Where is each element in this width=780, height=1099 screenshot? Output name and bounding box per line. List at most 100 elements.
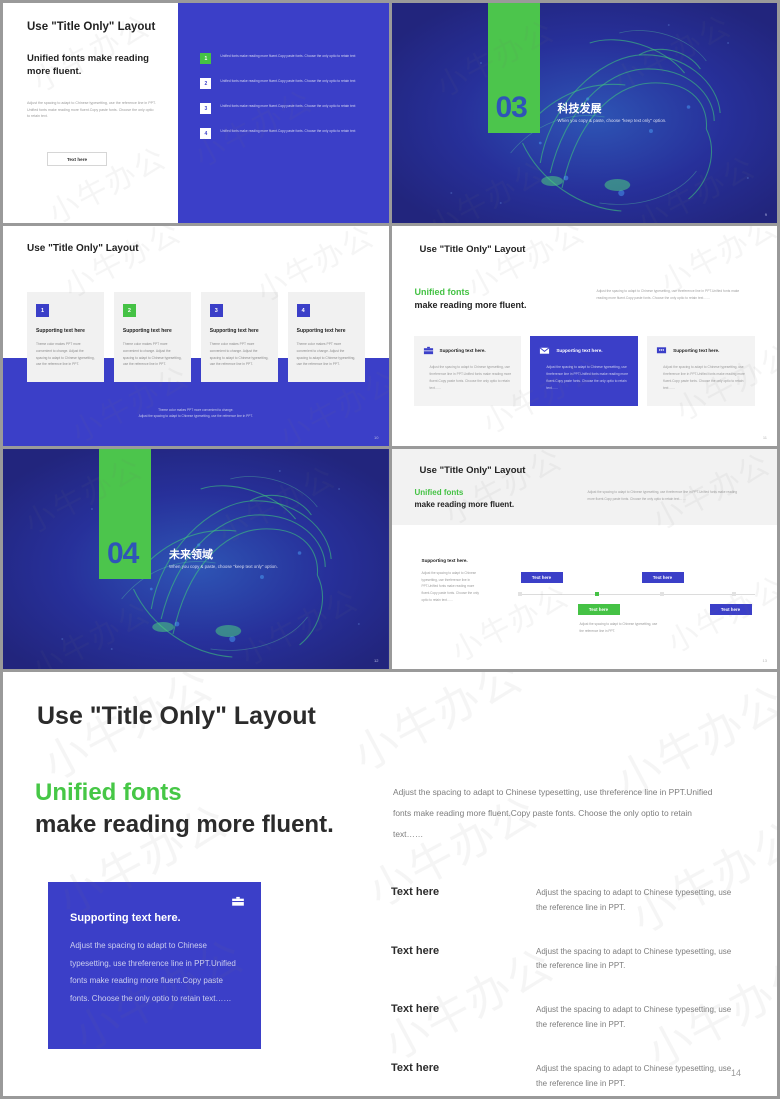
card-badge: 3 <box>209 304 223 317</box>
list-item[interactable]: Text here Adjust the spacing to adapt to… <box>391 989 736 1048</box>
lead-black-text: make reading more fluent. <box>414 300 527 311</box>
list-item-label: Text here <box>391 886 440 898</box>
icon-card-body: Adjust the spacing to adapt to Chinese t… <box>429 365 512 390</box>
list-item[interactable]: 4 Unified fonts make reading more fluent… <box>200 128 374 139</box>
briefcase-icon <box>231 894 245 908</box>
card-heading: Supporting text here <box>209 328 259 334</box>
section-subtitle: When you copy & paste, choose "keep text… <box>557 118 667 123</box>
slide-title: Use "Title Only" Layout <box>37 702 316 730</box>
slide-5-section-divider[interactable]: 04 未来领域 When you copy & paste, choose "k… <box>3 449 389 669</box>
timeline-box[interactable]: Text here <box>641 572 684 583</box>
chat-icon <box>656 345 667 356</box>
list-badge: 1 <box>200 53 212 64</box>
list-item[interactable]: Text here Adjust the spacing to adapt to… <box>391 872 736 931</box>
card-heading: Supporting text here. <box>70 912 181 924</box>
slide-title: Use "Title Only" Layout <box>27 21 156 33</box>
lead-green-text: Unified fonts <box>35 779 182 806</box>
icon-card-body: Adjust the spacing to adapt to Chinese t… <box>546 365 629 390</box>
slide-title: Use "Title Only" Layout <box>419 244 526 255</box>
card-body: Theme color makes PPT more convenient to… <box>36 342 95 367</box>
numbered-list: 1 Unified fonts make reading more fluent… <box>200 53 374 139</box>
list-item[interactable]: 1 Unified fonts make reading more fluent… <box>200 53 374 64</box>
page-number: 13 <box>762 658 767 663</box>
slide-body-text: Adjust the spacing to adapt to Chinese t… <box>27 101 156 119</box>
thumbnail-row-3: 04 未来领域 When you copy & paste, choose "k… <box>3 449 777 669</box>
slide-1-right-panel: 1 Unified fonts make reading more fluent… <box>178 3 389 223</box>
section-title: 科技发展 <box>557 103 602 115</box>
page-number: 11 <box>762 435 767 440</box>
envelope-icon <box>539 345 550 356</box>
icon-card[interactable]: Supporting text here. Adjust the spacing… <box>647 336 755 406</box>
list-item-description: Adjust the spacing to adapt to Chinese t… <box>536 946 732 971</box>
card-body: Adjust the spacing to adapt to Chinese t… <box>70 941 236 1003</box>
icon-card-heading: Supporting text here. <box>556 348 603 353</box>
detail-list: Text here Adjust the spacing to adapt to… <box>391 872 736 1096</box>
list-item[interactable]: Text here Adjust the spacing to adapt to… <box>391 1048 736 1096</box>
section-number: 03 <box>495 91 528 124</box>
card[interactable]: 4 Supporting text here Theme color makes… <box>287 292 365 382</box>
section-subtitle: When you copy & paste, choose "keep text… <box>169 564 278 569</box>
watermark-text: 小牛办公 <box>35 672 221 790</box>
icon-card-heading: Supporting text here. <box>673 348 720 353</box>
slide-lead: Unified fonts make reading more fluent. <box>35 777 334 841</box>
slide-lead: Unified fonts make reading more fluent. <box>415 286 527 312</box>
slide-paragraph: Adjust the spacing to adapt to Chinese t… <box>393 787 713 840</box>
list-item-description: Adjust the spacing to adapt to Chinese t… <box>536 1063 732 1088</box>
briefcase-icon <box>423 345 434 356</box>
slide-3-four-cards[interactable]: Use "Title Only" Layout 1 Supporting tex… <box>3 226 389 446</box>
card-group: 1 Supporting text here Theme color makes… <box>27 292 365 382</box>
watermark-text: 小牛办公 <box>344 672 531 782</box>
card-badge: 4 <box>296 304 310 317</box>
page-number: 10 <box>374 435 379 440</box>
list-item[interactable]: Text here Adjust the spacing to adapt to… <box>391 931 736 990</box>
card-heading: Supporting text here <box>296 328 346 334</box>
section-title: 未来领域 <box>169 549 213 561</box>
timeline-box[interactable]: Text here <box>520 572 563 583</box>
lead-green-text: Unified fonts <box>414 287 470 297</box>
slide-1-title-only-layout[interactable]: 1 Unified fonts make reading more fluent… <box>3 3 389 223</box>
slide-lead: Unified fonts make reading more fluent. <box>27 53 149 77</box>
list-item-text: Unified fonts make reading more fluent.C… <box>220 79 356 83</box>
slide-6-timeline[interactable]: Use "Title Only" Layout Unified fonts ma… <box>391 449 777 669</box>
timeline-axis <box>517 594 755 595</box>
list-item-label: Text here <box>391 1061 440 1074</box>
page-number: 9 <box>764 212 767 217</box>
icon-card-header: Supporting text here. <box>423 345 513 356</box>
text-here-button[interactable]: Text here <box>47 152 107 166</box>
section-number: 04 <box>107 537 139 570</box>
card[interactable]: 3 Supporting text here Theme color makes… <box>200 292 278 382</box>
timeline-marker <box>731 592 736 596</box>
list-item-text: Unified fonts make reading more fluent.C… <box>220 104 356 108</box>
slide-title: Use "Title Only" Layout <box>419 465 526 476</box>
icon-card-heading: Supporting text here. <box>439 348 486 353</box>
slide-thumbnail-sheet: 1 Unified fonts make reading more fluent… <box>0 0 780 1099</box>
lead-green-text: Unified fonts <box>414 488 464 497</box>
timeline-marker <box>594 592 599 596</box>
list-badge: 3 <box>200 103 212 114</box>
timeline-box[interactable]: Text here <box>577 604 620 615</box>
list-item[interactable]: 2 Unified fonts make reading more fluent… <box>200 78 374 89</box>
footer-line-1: Theme color makes PPT more convenient to… <box>158 407 234 412</box>
card[interactable]: 2 Supporting text here Theme color makes… <box>113 292 191 382</box>
slide-lead: Unified fonts make reading more fluent. <box>415 487 515 510</box>
list-badge: 2 <box>200 78 212 89</box>
footer-line-2: Adjust the spacing to adapt to Chinese t… <box>138 414 253 419</box>
timeline-box[interactable]: Text here <box>709 604 752 615</box>
slide-7-detail-view[interactable]: Use "Title Only" Layout Unified fonts ma… <box>3 672 777 1096</box>
lead-black-text: make reading more fluent. <box>35 810 334 838</box>
icon-card[interactable]: Supporting text here. Adjust the spacing… <box>413 336 522 406</box>
timeline-note: Adjust the spacing to adapt to Chinese t… <box>579 622 658 633</box>
slide-4-icon-cards[interactable]: Use "Title Only" Layout Unified fonts ma… <box>391 226 777 446</box>
card[interactable]: 1 Supporting text here Theme color makes… <box>27 292 104 382</box>
list-item-description: Adjust the spacing to adapt to Chinese t… <box>536 888 732 912</box>
slide-paragraph: Adjust the spacing to adapt to Chinese t… <box>596 289 740 300</box>
page-number: 14 <box>730 1068 741 1078</box>
slide-2-section-divider[interactable]: 03 科技发展 When you copy & paste, choose "k… <box>391 3 777 223</box>
thumbnail-row-2: Use "Title Only" Layout 1 Supporting tex… <box>3 226 777 446</box>
list-item[interactable]: 3 Unified fonts make reading more fluent… <box>200 103 374 114</box>
slide-paragraph: Adjust the spacing to adapt to Chinese t… <box>587 490 738 501</box>
highlight-card[interactable]: Supporting text here. Adjust the spacing… <box>48 882 261 1049</box>
list-badge: 4 <box>200 128 212 139</box>
icon-card[interactable]: Supporting text here. Adjust the spacing… <box>530 336 639 406</box>
side-body: Adjust the spacing to adapt to Chinese t… <box>421 571 479 602</box>
